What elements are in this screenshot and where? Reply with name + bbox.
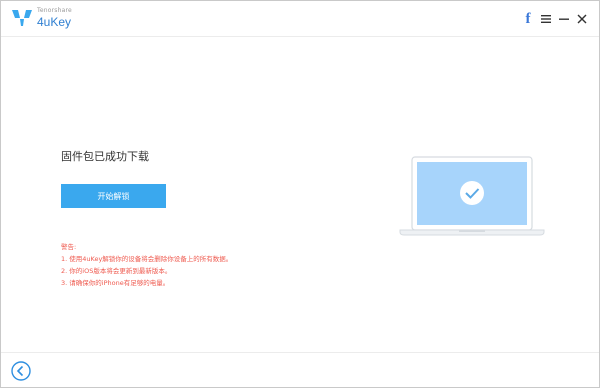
download-success-title: 固件包已成功下载 [61, 150, 149, 163]
laptop-checkmark-icon [399, 156, 545, 236]
title-bar: Tenorshare 4uKey f [1, 1, 599, 37]
facebook-button[interactable]: f [521, 11, 535, 27]
warning-item: 3. 请确保你的iPhone有足够的电量。 [61, 279, 170, 287]
facebook-icon: f [525, 10, 531, 27]
brand-product-name: 4uKey [37, 15, 72, 29]
menu-icon [541, 15, 551, 23]
warning-title: 警告: [61, 243, 77, 251]
menu-button[interactable] [539, 11, 553, 27]
back-arrow-icon[interactable] [11, 361, 31, 381]
start-unlock-button[interactable]: 开始解锁 [61, 184, 166, 208]
footer-bar [1, 352, 599, 387]
close-button[interactable] [575, 11, 589, 27]
warning-notice: 警告: 1. 使用4uKey解锁你的设备将会删除你设备上的所有数据。 2. 你的… [61, 241, 232, 289]
warning-item: 2. 你的iOS版本将会更新到最新版本。 [61, 267, 172, 275]
minimize-icon [559, 18, 569, 20]
minimize-button[interactable] [557, 11, 571, 27]
app-window: Tenorshare 4uKey f 固件包已成功下载 开始解锁 警告: 1. … [0, 0, 600, 388]
close-icon [577, 14, 587, 24]
brand-company-name: Tenorshare [37, 7, 72, 14]
warning-item: 1. 使用4uKey解锁你的设备将会删除你设备上的所有数据。 [61, 255, 233, 263]
window-controls: f [517, 11, 589, 27]
tenorshare-logo-icon [12, 10, 32, 26]
